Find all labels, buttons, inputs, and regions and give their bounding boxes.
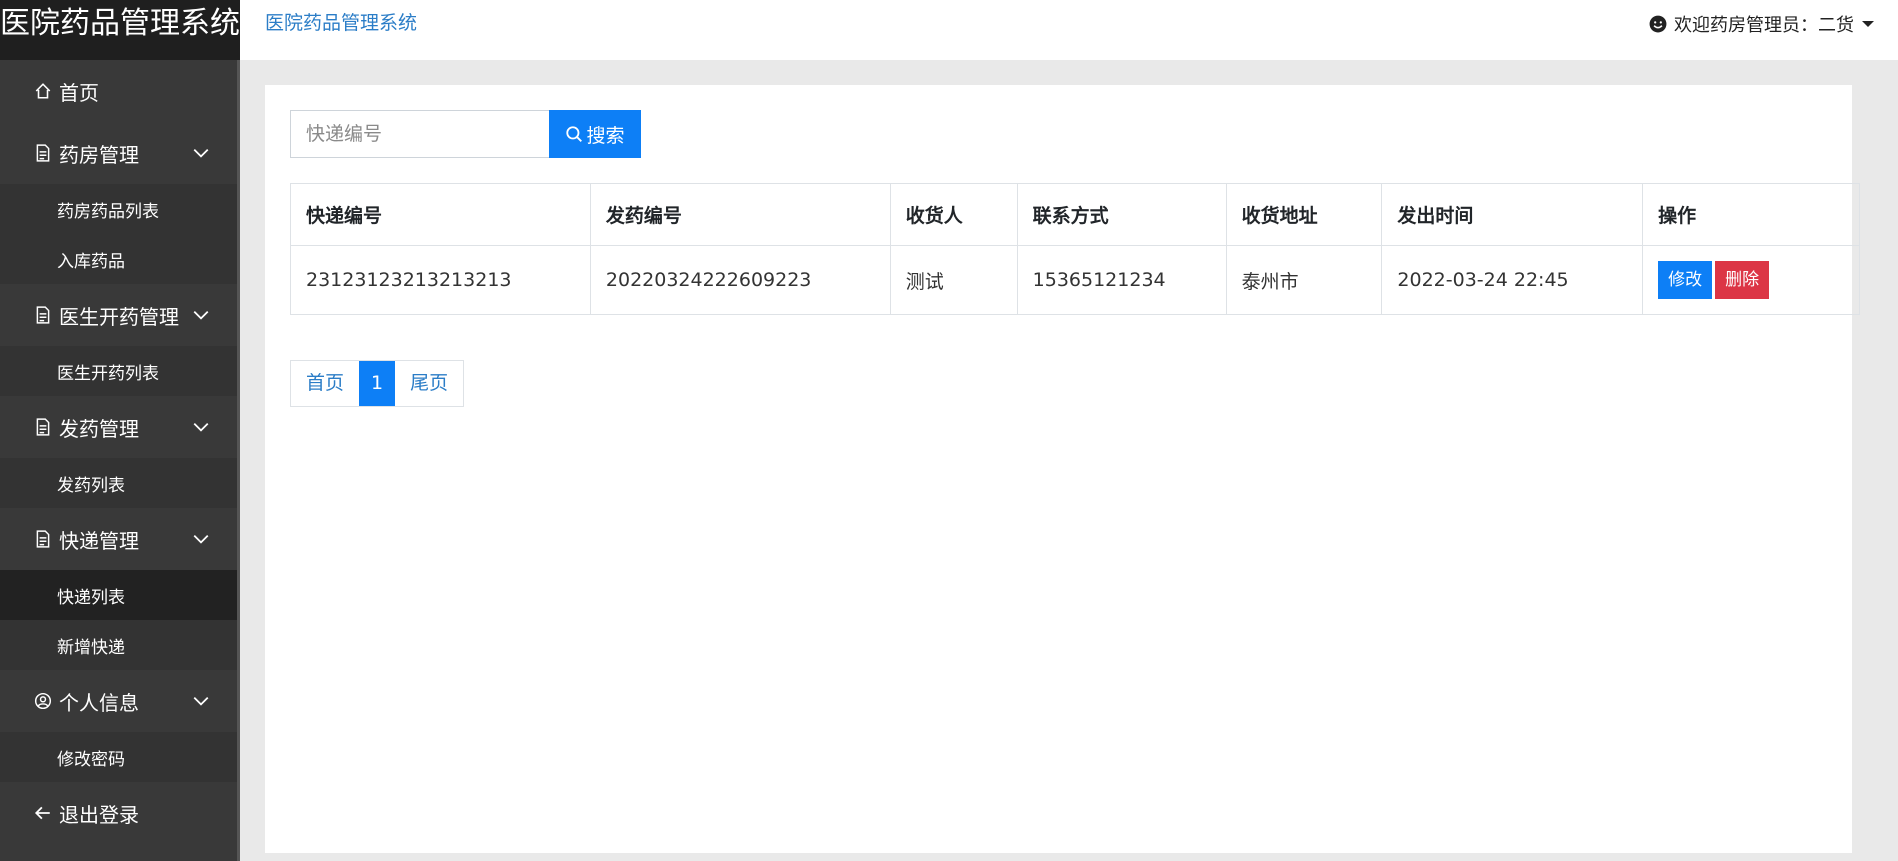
search-bar: 搜索	[290, 110, 641, 158]
chevron-down-icon	[193, 534, 209, 544]
sidebar-item-change-password[interactable]: 修改密码	[0, 732, 240, 782]
home-icon	[33, 81, 53, 101]
cell-dispense-no: 20220324222609223	[589, 245, 891, 315]
search-button-label: 搜索	[586, 124, 625, 147]
column-header: 发药编号	[589, 183, 891, 246]
cell-actions: 修改 删除	[1642, 245, 1860, 315]
sidebar-item-pharmacy-drug-list[interactable]: 药房药品列表	[0, 184, 240, 234]
chevron-down-icon	[193, 310, 209, 320]
smile-icon	[1649, 15, 1667, 33]
pagination-current-page[interactable]: 1	[359, 361, 396, 406]
sidebar-group-pharmacy[interactable]: 药房管理	[0, 122, 240, 184]
sidebar-item-dispense-list[interactable]: 发药列表	[0, 458, 240, 508]
app-brand: 医院药品管理系统	[0, 0, 240, 60]
pagination: 首页 1 尾页	[290, 360, 465, 407]
sidebar-item-stock-in[interactable]: 入库药品	[0, 234, 240, 284]
sidebar-item-logout[interactable]: 退出登录	[0, 782, 240, 844]
file-icon	[33, 417, 53, 437]
sidebar-item-label: 医生开药管理	[59, 304, 179, 329]
column-header: 操作	[1642, 183, 1860, 246]
table-header-row: 快递编号 发药编号 收货人 联系方式 收货地址 发出时间 操作	[290, 183, 1860, 246]
sidebar-group-profile[interactable]: 个人信息	[0, 670, 240, 732]
chevron-down-icon	[193, 148, 209, 158]
sidebar-item-label: 药房管理	[59, 142, 139, 167]
sidebar-group-express[interactable]: 快递管理	[0, 508, 240, 570]
sidebar-item-label: 发药管理	[59, 416, 139, 441]
sidebar-divider	[237, 60, 240, 861]
express-table: 快递编号 发药编号 收货人 联系方式 收货地址 发出时间 操作 23123123…	[290, 183, 1860, 315]
caret-down-icon	[1862, 21, 1874, 27]
sidebar-group-prescription[interactable]: 医生开药管理	[0, 284, 240, 346]
sidebar: 医院药品管理系统 首页 药房管理 药房药品列表 入库药品 医生开药管理 医生开药…	[0, 0, 240, 861]
column-header: 发出时间	[1381, 183, 1644, 246]
cell-sent-time: 2022-03-24 22:45	[1381, 245, 1644, 315]
sidebar-item-home[interactable]: 首页	[0, 60, 240, 122]
delete-button[interactable]: 删除	[1715, 261, 1770, 299]
search-button[interactable]: 搜索	[549, 110, 641, 158]
topbar: 医院药品管理系统 欢迎药房管理员：二货	[240, 0, 1898, 60]
file-icon	[33, 143, 53, 163]
user-greeting: 欢迎药房管理员：二货	[1674, 15, 1854, 36]
sidebar-item-label: 快递管理	[59, 528, 139, 553]
pagination-first[interactable]: 首页	[291, 361, 359, 406]
user-circle-icon	[33, 691, 53, 711]
cell-address: 泰州市	[1225, 245, 1383, 315]
sidebar-group-dispense[interactable]: 发药管理	[0, 396, 240, 458]
user-menu-dropdown[interactable]: 欢迎药房管理员：二货	[1649, 11, 1874, 37]
column-header: 联系方式	[1016, 183, 1227, 246]
sidebar-item-label: 个人信息	[59, 690, 139, 715]
search-icon	[566, 126, 583, 142]
sidebar-item-label: 退出登录	[59, 802, 139, 827]
cell-recipient: 测试	[889, 245, 1018, 315]
sidebar-item-express-list[interactable]: 快递列表	[0, 570, 240, 620]
file-icon	[33, 529, 53, 549]
cell-phone: 15365121234	[1016, 245, 1227, 315]
file-icon	[33, 305, 53, 325]
column-header: 收货人	[889, 183, 1018, 246]
pagination-last[interactable]: 尾页	[395, 361, 463, 406]
page-title-link[interactable]: 医院药品管理系统	[265, 8, 417, 35]
edit-button[interactable]: 修改	[1658, 261, 1713, 299]
sidebar-item-add-express[interactable]: 新增快递	[0, 620, 240, 670]
table-row: 23123123213213213 20220324222609223 测试 1…	[290, 245, 1860, 315]
chevron-down-icon	[193, 696, 209, 706]
chevron-down-icon	[193, 422, 209, 432]
sidebar-item-label: 首页	[59, 80, 99, 105]
search-input[interactable]	[290, 110, 549, 158]
main-panel: 搜索 快递编号 发药编号 收货人 联系方式 收货地址 发出时间 操作 23123…	[265, 85, 1860, 853]
cell-express-no: 23123123213213213	[290, 245, 591, 315]
arrow-left-icon	[33, 803, 53, 823]
sidebar-item-prescription-list[interactable]: 医生开药列表	[0, 346, 240, 396]
column-header: 快递编号	[290, 183, 591, 246]
column-header: 收货地址	[1225, 183, 1383, 246]
